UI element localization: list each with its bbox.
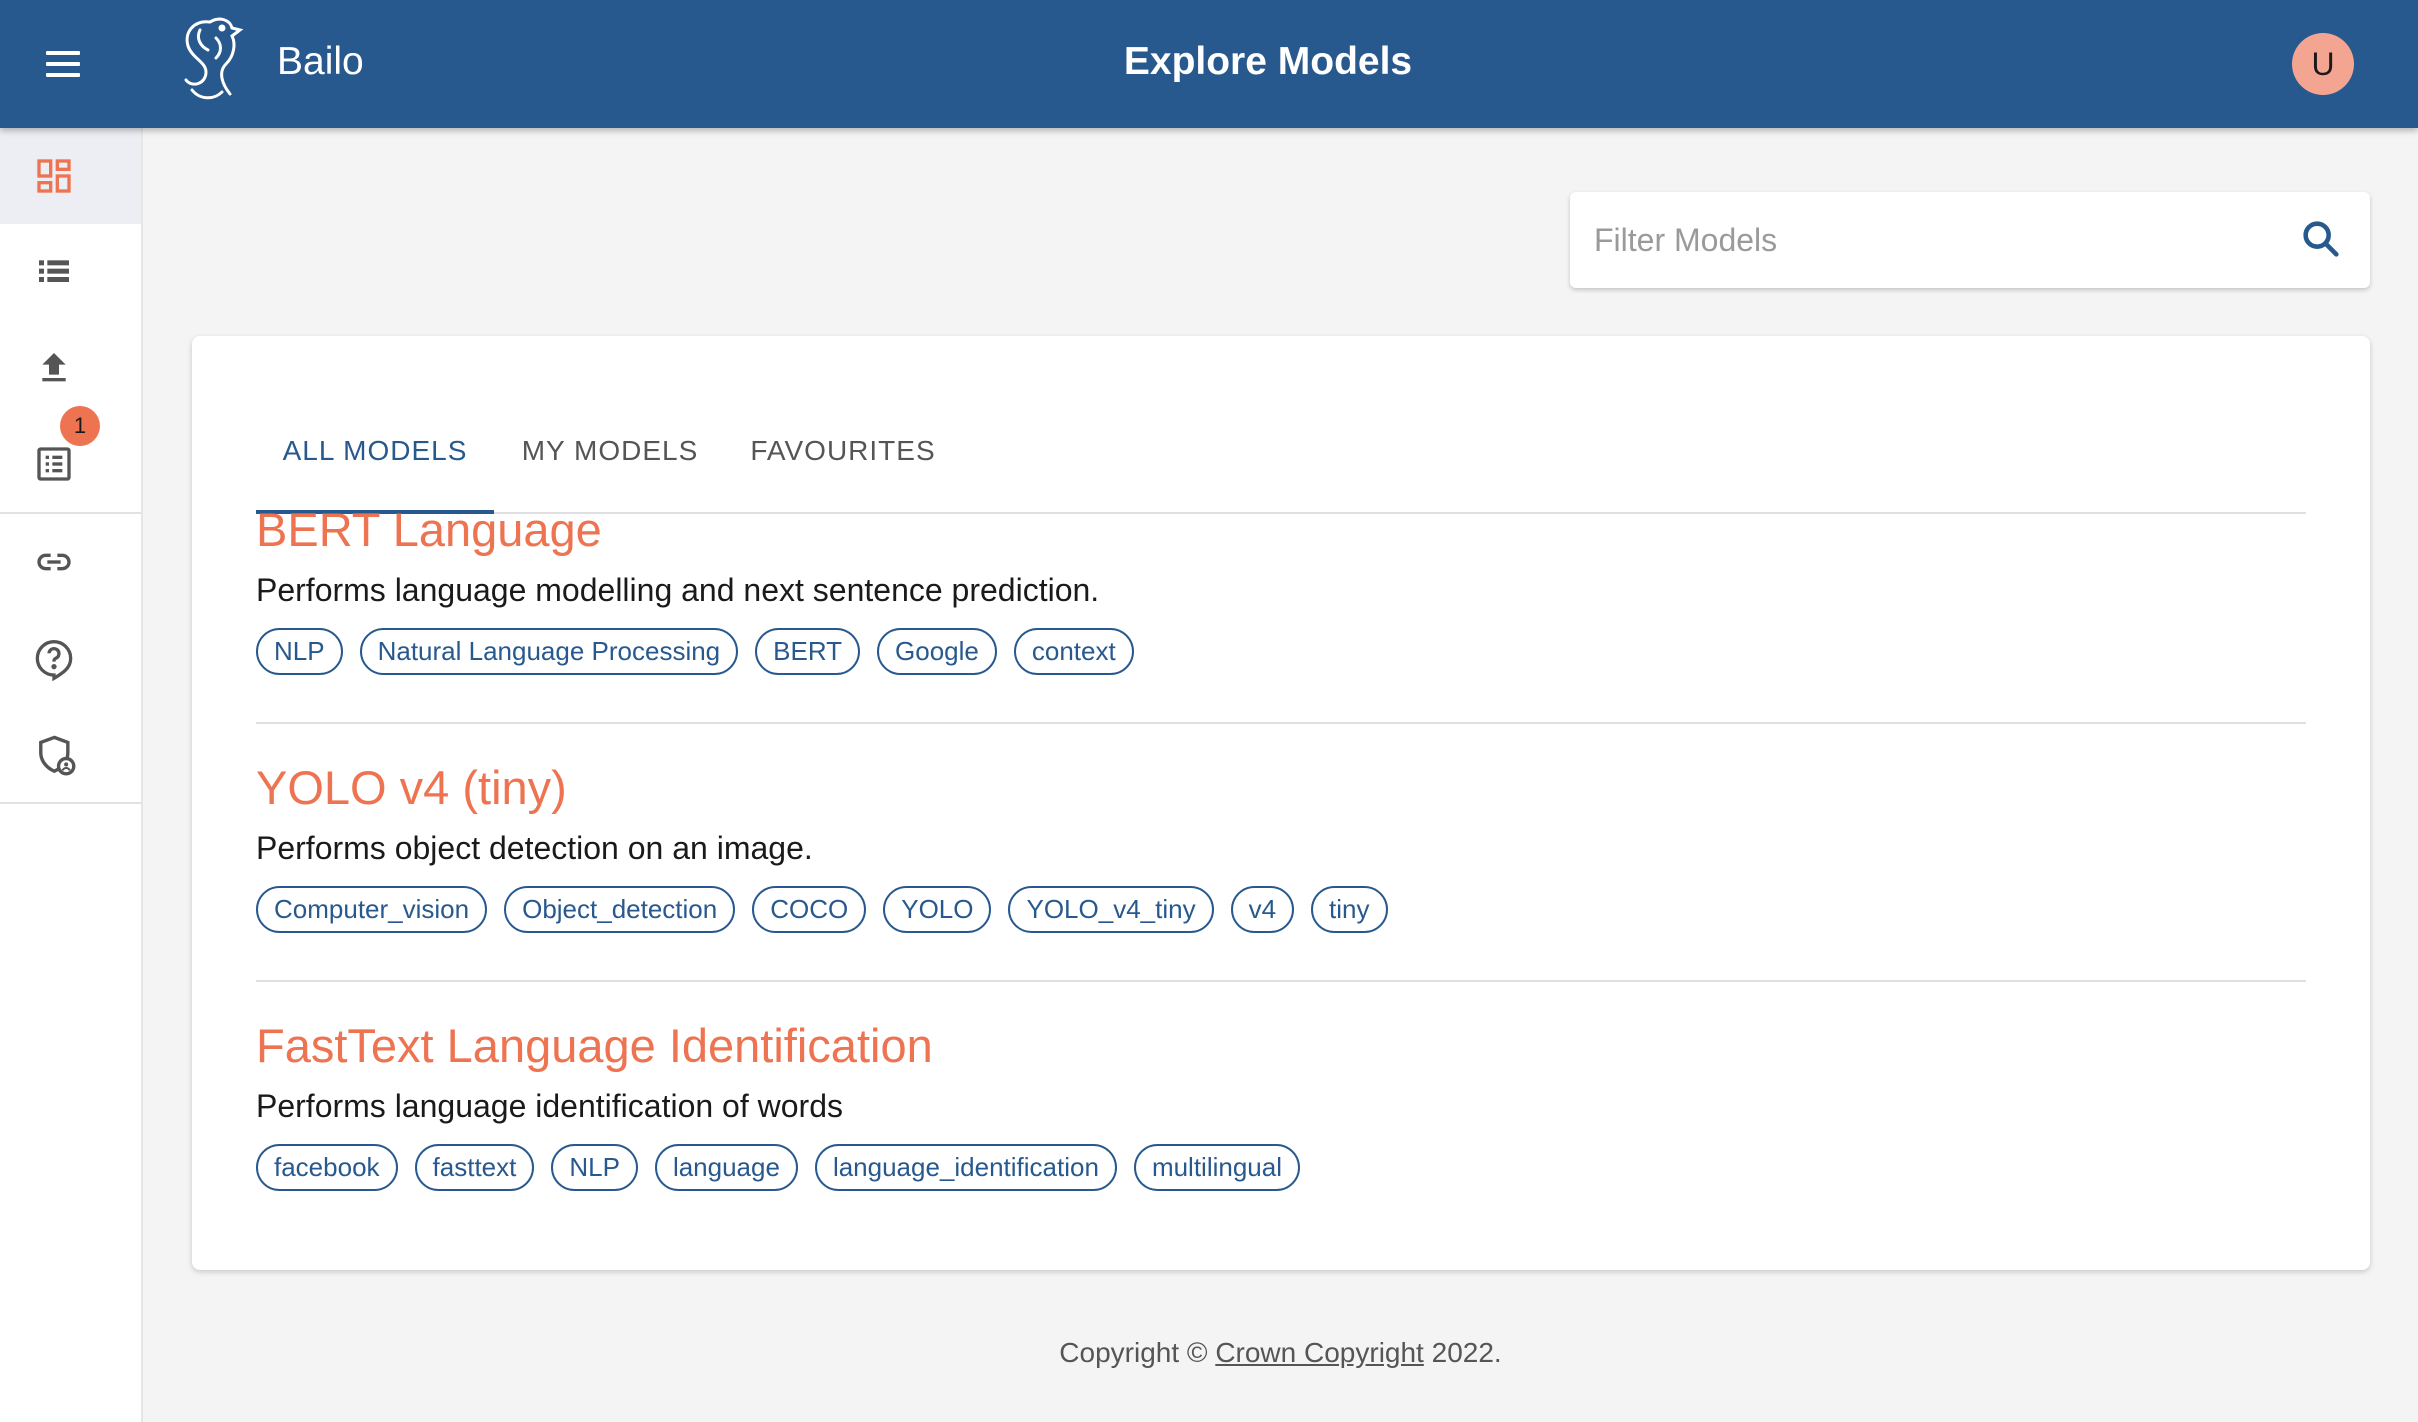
filter-models-box: [1570, 192, 2370, 288]
tag-chip[interactable]: language: [654, 1144, 798, 1191]
model-description: Performs language identification of word…: [256, 1088, 843, 1124]
sidebar-item-links[interactable]: [0, 514, 141, 610]
sidebar-item-reviews[interactable]: 1: [0, 406, 141, 512]
tag-chip[interactable]: YOLO: [883, 886, 992, 933]
app-bar: Bailo Explore Models U: [0, 0, 2418, 128]
tag-chip[interactable]: v4: [1230, 886, 1295, 933]
admin-shield-icon: [39, 735, 76, 776]
tag-chip[interactable]: tiny: [1311, 886, 1388, 933]
filter-models-input[interactable]: [1594, 210, 2274, 270]
help-icon: [35, 639, 73, 682]
tag-chip[interactable]: NLP: [551, 1144, 638, 1191]
crown-copyright-link[interactable]: Crown Copyright: [1215, 1337, 1424, 1368]
tag-chip[interactable]: Natural Language Processing: [359, 628, 739, 675]
link-icon: [37, 553, 71, 571]
tab-all-models[interactable]: ALL MODELS: [256, 386, 494, 514]
copyright-prefix: Copyright ©: [1059, 1337, 1216, 1368]
model-title[interactable]: YOLO v4 (tiny): [256, 760, 567, 815]
page-title: Explore Models: [1123, 40, 1413, 83]
copyright-year: 2022.: [1423, 1337, 1502, 1368]
tag-chip[interactable]: Computer_vision: [256, 886, 488, 933]
tag-chip[interactable]: NLP: [256, 628, 343, 675]
review-list-icon: [37, 447, 71, 481]
tag-chip[interactable]: COCO: [752, 886, 867, 933]
sidebar-item-list[interactable]: [0, 224, 141, 320]
tag-chip[interactable]: BERT: [755, 628, 861, 675]
tag-chip[interactable]: context: [1013, 628, 1134, 675]
tag-chip[interactable]: Object_detection: [504, 886, 736, 933]
sidebar-divider: [0, 802, 141, 804]
sidebar: 1: [0, 128, 143, 1422]
search-icon[interactable]: [2298, 216, 2344, 262]
tag-chip[interactable]: YOLO_v4_tiny: [1008, 886, 1214, 933]
tag-chip[interactable]: Google: [877, 628, 997, 675]
model-tags: facebook fasttext NLP language language_…: [256, 1144, 1301, 1191]
model-description: Performs language modelling and next sen…: [256, 572, 1100, 608]
model-divider: [256, 722, 2306, 724]
tab-my-models[interactable]: MY MODELS: [494, 386, 726, 514]
model-description: Performs object detection on an image.: [256, 830, 813, 866]
tag-chip[interactable]: fasttext: [414, 1144, 535, 1191]
model-tags: NLP Natural Language Processing BERT Goo…: [256, 628, 1134, 675]
model-divider: [256, 980, 2306, 982]
model-tags: Computer_vision Object_detection COCO YO…: [256, 886, 1388, 933]
notification-badge: 1: [60, 406, 100, 446]
tag-chip[interactable]: facebook: [256, 1144, 398, 1191]
tag-chip[interactable]: language_identification: [814, 1144, 1117, 1191]
dashboard-icon: [37, 159, 71, 193]
models-card: ALL MODELS MY MODELS FAVOURITES BERT Lan…: [192, 336, 2370, 1270]
user-avatar[interactable]: U: [2292, 33, 2354, 95]
model-tabs: ALL MODELS MY MODELS FAVOURITES: [256, 386, 2306, 514]
model-title[interactable]: BERT Language: [256, 502, 602, 557]
upload-icon: [42, 353, 66, 382]
sidebar-item-admin[interactable]: [0, 706, 141, 802]
tab-favourites[interactable]: FAVOURITES: [726, 386, 960, 514]
list-icon: [39, 260, 69, 282]
sidebar-item-dashboard[interactable]: [0, 128, 141, 224]
sidebar-item-upload[interactable]: [0, 320, 141, 416]
model-title[interactable]: FastText Language Identification: [256, 1018, 933, 1073]
tag-chip[interactable]: multilingual: [1133, 1144, 1301, 1191]
footer: Copyright © Crown Copyright 2022.: [143, 1337, 2418, 1369]
sidebar-item-help[interactable]: [0, 610, 141, 706]
